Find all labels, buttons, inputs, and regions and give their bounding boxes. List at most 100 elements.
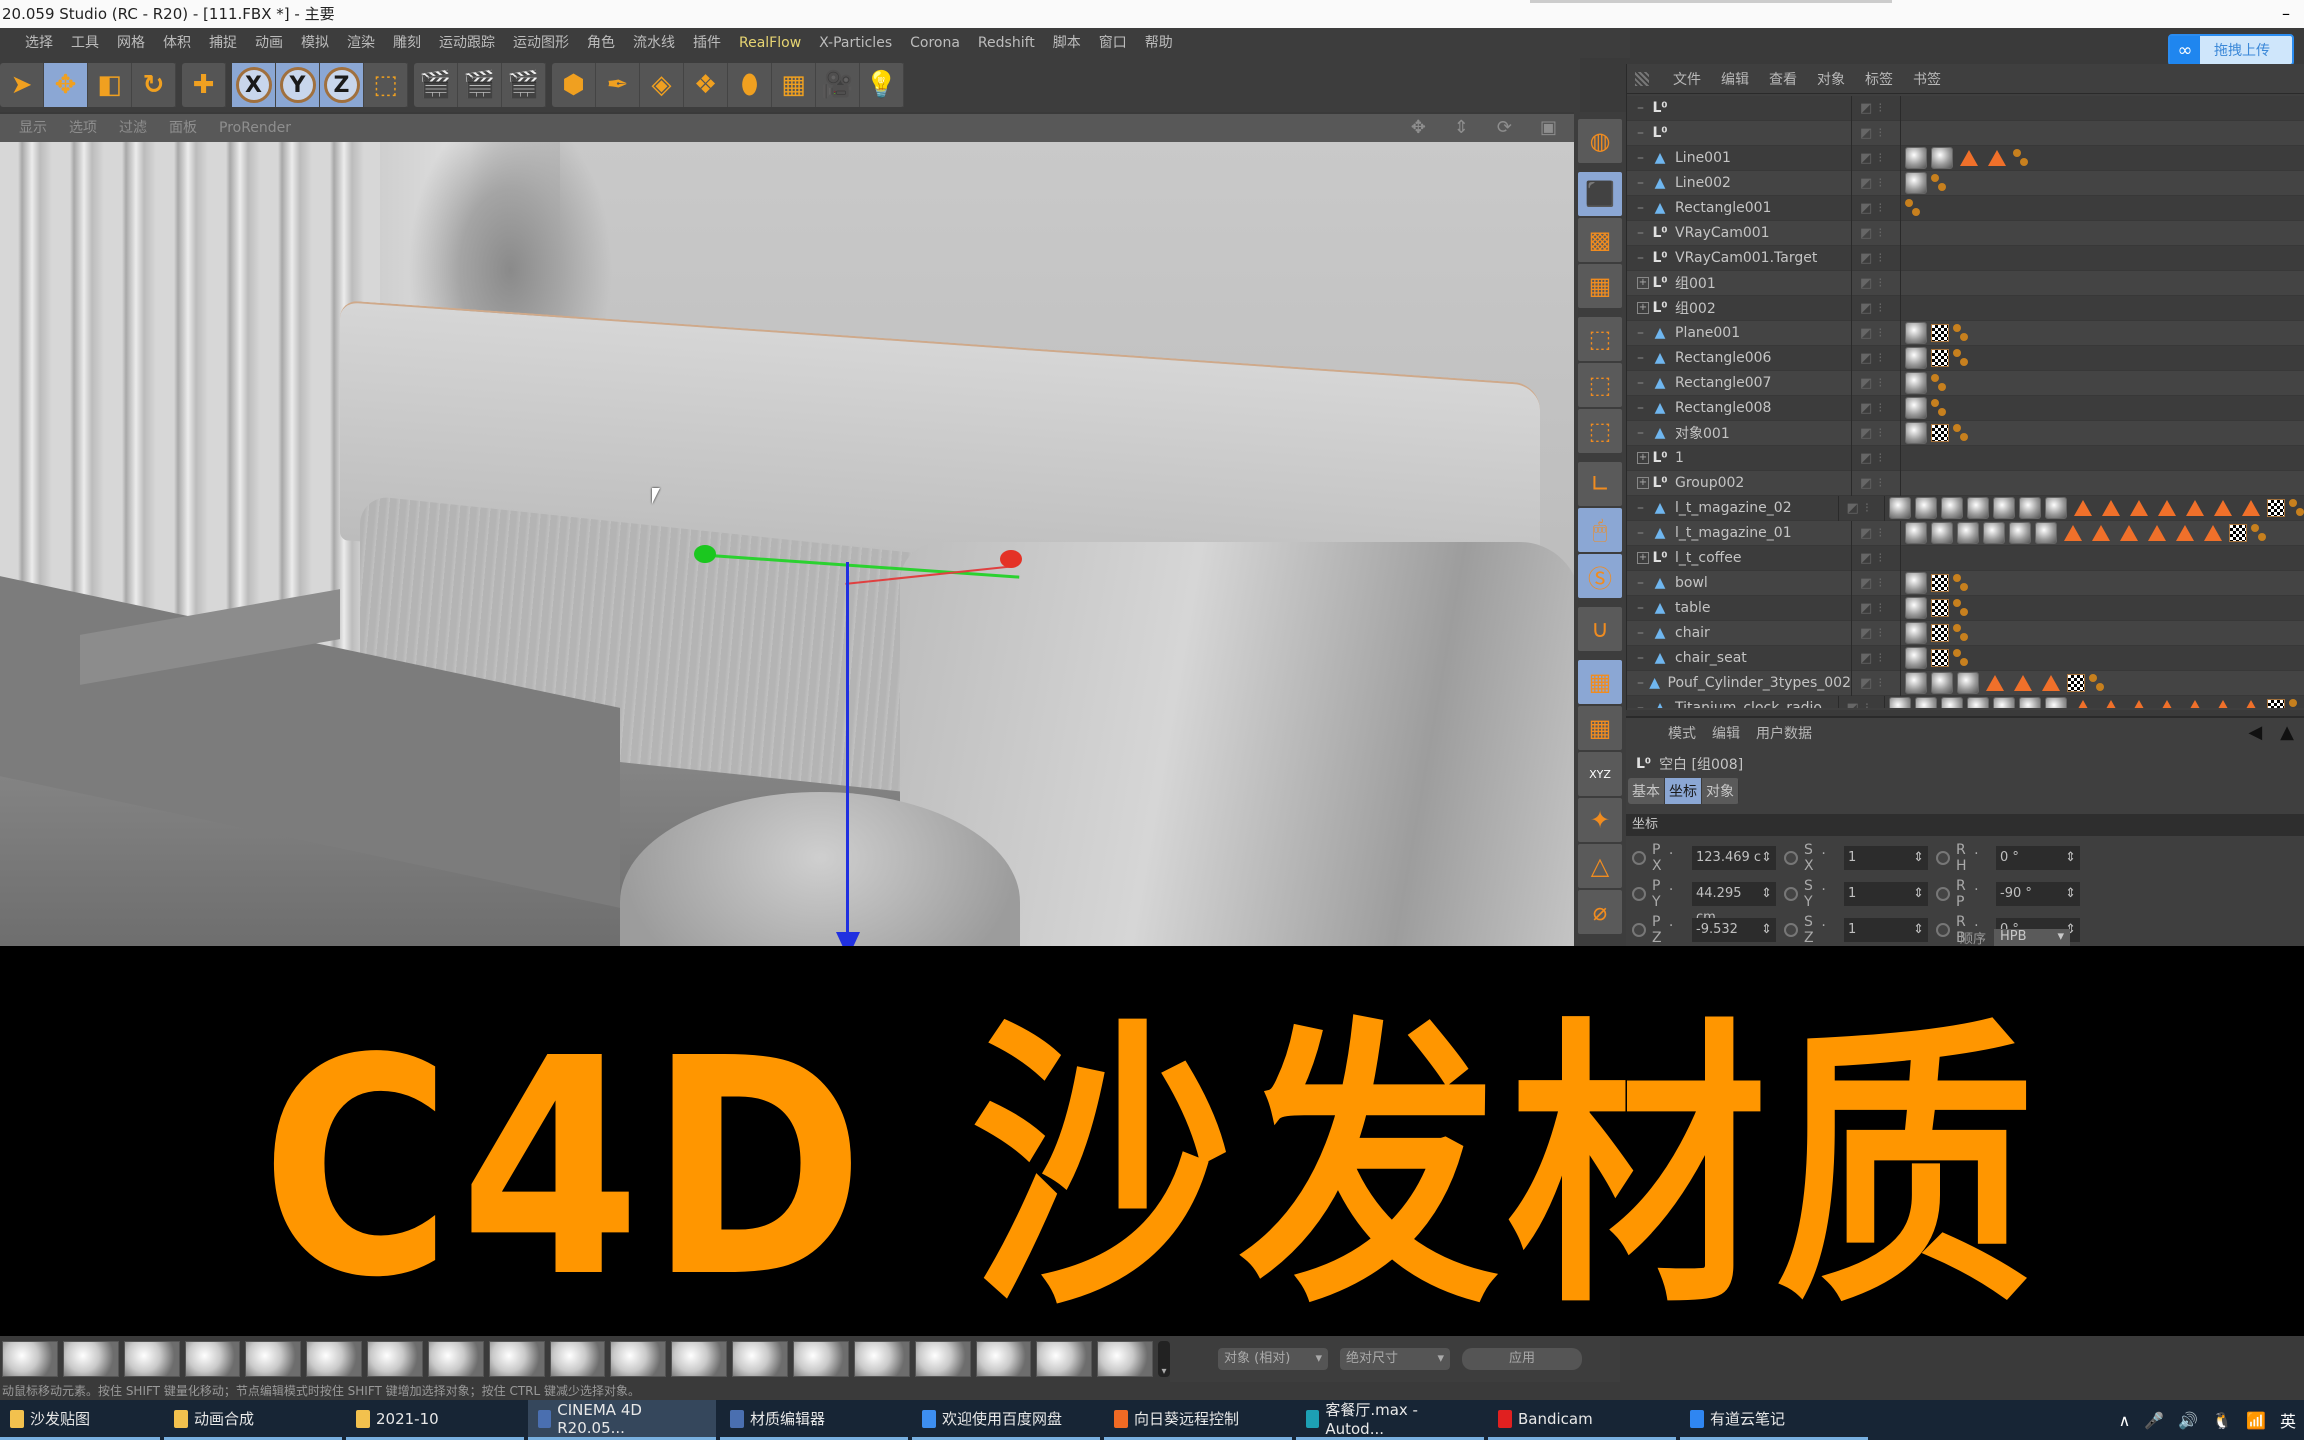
phong-tag-icon[interactable]	[2064, 525, 2082, 541]
keyframe-radio[interactable]	[1936, 851, 1950, 865]
orbit-icon[interactable]: ⟳	[1486, 114, 1523, 142]
material-tag-icon[interactable]	[1915, 497, 1937, 519]
material-swatch[interactable]	[671, 1341, 728, 1377]
workplane-align-button[interactable]: ▦	[1578, 706, 1622, 750]
menu-item[interactable]: 帮助	[1136, 28, 1182, 58]
object-row[interactable]: – ▲ 对象001 ◩ ⁝	[1627, 420, 2304, 446]
uvw-tag-icon[interactable]	[2289, 699, 2304, 708]
stepper-icon[interactable]: ⇕	[1761, 882, 1772, 906]
material-tag-icon[interactable]	[1957, 522, 1979, 544]
object-name-cell[interactable]: – L⁰ VRayCam001.Target	[1627, 250, 1851, 266]
object-menu-item[interactable]: 查看	[1759, 69, 1807, 89]
material-swatch[interactable]	[123, 1341, 180, 1377]
stepper-icon[interactable]: ⇕	[2065, 846, 2076, 870]
layer-icon[interactable]: ◩	[1847, 701, 1859, 709]
material-tag-icon[interactable]	[1905, 397, 1927, 419]
material-tag-icon[interactable]	[1905, 522, 1927, 544]
visibility-dots-icon[interactable]: ⁝	[1878, 251, 1882, 266]
visibility-dots-icon[interactable]: ⁝	[1878, 226, 1882, 241]
subdivision-button[interactable]: ◈	[640, 63, 684, 107]
phong-tag-icon[interactable]	[2242, 700, 2260, 708]
object-row[interactable]: – ▲ Plane001 ◩ ⁝	[1627, 320, 2304, 346]
viewport-menu-item[interactable]: ProRender	[208, 114, 302, 142]
phong-tag-icon[interactable]	[2204, 525, 2222, 541]
object-name-cell[interactable]: + L⁰ 1	[1627, 450, 1851, 466]
object-name-cell[interactable]: – ▲ Pouf_Cylinder_3types_002	[1627, 675, 1851, 691]
material-tag-icon[interactable]	[1931, 522, 1953, 544]
phong-tag-icon[interactable]	[2214, 500, 2232, 516]
material-tag-icon[interactable]	[1905, 422, 1927, 444]
visibility-dots-icon[interactable]: ⁝	[1878, 626, 1882, 641]
object-name-cell[interactable]: – ▲ Rectangle008	[1627, 400, 1851, 416]
layer-icon[interactable]: ◩	[1860, 476, 1872, 491]
object-row[interactable]: – L⁰ ◩ ⁝	[1627, 96, 2304, 121]
uvw-tag-icon[interactable]	[1953, 424, 1969, 442]
material-swatch[interactable]	[1097, 1341, 1154, 1377]
center-axis-button[interactable]: ✦	[1578, 798, 1622, 842]
visibility-dots-icon[interactable]: ⁝	[1878, 551, 1882, 566]
viewport-menu-item[interactable]: 过滤	[108, 114, 158, 142]
layer-icon[interactable]: ◩	[1860, 251, 1872, 266]
object-name-cell[interactable]: – ▲ 对象001	[1627, 423, 1851, 443]
layer-icon[interactable]: ◩	[1860, 351, 1872, 366]
visibility-dots-icon[interactable]: ⁝	[1878, 151, 1882, 166]
phong-tag-icon[interactable]	[2214, 700, 2232, 708]
object-name-cell[interactable]: – ▲ l_t_magazine_02	[1627, 500, 1838, 516]
layer-icon[interactable]: ◩	[1860, 201, 1872, 216]
object-menu-item[interactable]: 编辑	[1711, 69, 1759, 89]
layer-icon[interactable]: ◩	[1860, 151, 1872, 166]
uvw-tag-icon[interactable]	[2289, 499, 2304, 517]
menu-item[interactable]: 模拟	[292, 28, 338, 58]
phong-tag-icon[interactable]	[2186, 700, 2204, 708]
axis-mode-button[interactable]: ∟	[1578, 462, 1622, 506]
object-row[interactable]: + L⁰ l_t_coffee ◩ ⁝	[1627, 545, 2304, 571]
material-swatch[interactable]	[306, 1341, 363, 1377]
menu-item[interactable]: 捕捉	[200, 28, 246, 58]
material-tag-icon[interactable]	[1905, 147, 1927, 169]
ime-indicator[interactable]: 英	[2280, 1408, 2296, 1432]
material-swatch[interactable]	[367, 1341, 423, 1377]
3d-viewport[interactable]	[0, 142, 1574, 946]
taskbar-item[interactable]: 2021-10	[346, 1400, 524, 1440]
material-swatch[interactable]	[792, 1341, 849, 1377]
stepper-icon[interactable]: ⇕	[1761, 846, 1772, 870]
menu-item[interactable]: 窗口	[1090, 28, 1136, 58]
object-name-cell[interactable]: – ▲ bowl	[1627, 575, 1851, 591]
texture-tag-icon[interactable]	[1931, 624, 1949, 642]
phong-tag-icon[interactable]	[2042, 675, 2060, 691]
layer-icon[interactable]: ◩	[1860, 276, 1872, 291]
phong-tag-icon[interactable]	[2092, 525, 2110, 541]
object-menu-item[interactable]: 文件	[1663, 69, 1711, 89]
material-tag-icon[interactable]	[1941, 697, 1963, 708]
make-editable-button[interactable]: ◍	[1578, 119, 1622, 163]
texture-tag-icon[interactable]	[2267, 499, 2285, 517]
material-tag-icon[interactable]	[1889, 497, 1911, 519]
object-row[interactable]: + L⁰ Group002 ◩ ⁝	[1627, 470, 2304, 496]
visibility-dots-icon[interactable]: ⁝	[1878, 676, 1882, 691]
object-name-cell[interactable]: + L⁰ 组002	[1627, 298, 1851, 318]
menu-item[interactable]: 脚本	[1044, 28, 1090, 58]
object-name-cell[interactable]: – L⁰	[1627, 125, 1851, 141]
chevron-up-icon[interactable]: ∧	[2119, 1411, 2131, 1430]
apply-button[interactable]: 应用	[1462, 1348, 1582, 1370]
attribute-menu-item[interactable]: 用户数据	[1748, 723, 1820, 743]
visibility-dots-icon[interactable]: ⁝	[1878, 526, 1882, 541]
layer-icon[interactable]: ◩	[1860, 426, 1872, 441]
material-tag-icon[interactable]	[2035, 522, 2057, 544]
phong-tag-icon[interactable]	[1986, 675, 2004, 691]
viewport-menu-item[interactable]: 面板	[158, 114, 208, 142]
render-picture-viewer-button[interactable]: 🎬	[458, 63, 502, 107]
uvw-tag-icon[interactable]	[1931, 374, 1947, 392]
expand-toggle-icon[interactable]: +	[1637, 302, 1649, 314]
layer-icon[interactable]: ◩	[1860, 101, 1872, 116]
object-row[interactable]: – ▲ Rectangle006 ◩ ⁝	[1627, 345, 2304, 371]
back-arrow-icon[interactable]: ◀	[2248, 722, 2262, 743]
object-row[interactable]: – ▲ Rectangle007 ◩ ⁝	[1627, 370, 2304, 396]
menu-item[interactable]: 体积	[154, 28, 200, 58]
phong-tag-icon[interactable]	[2148, 525, 2166, 541]
object-menu-item[interactable]: 标签	[1855, 69, 1903, 89]
locked-axes-button[interactable]: XYZ	[1578, 752, 1622, 796]
material-tag-icon[interactable]	[1967, 497, 1989, 519]
light-button[interactable]: 💡	[860, 63, 904, 107]
live-selection-button[interactable]: ✚	[182, 63, 226, 107]
